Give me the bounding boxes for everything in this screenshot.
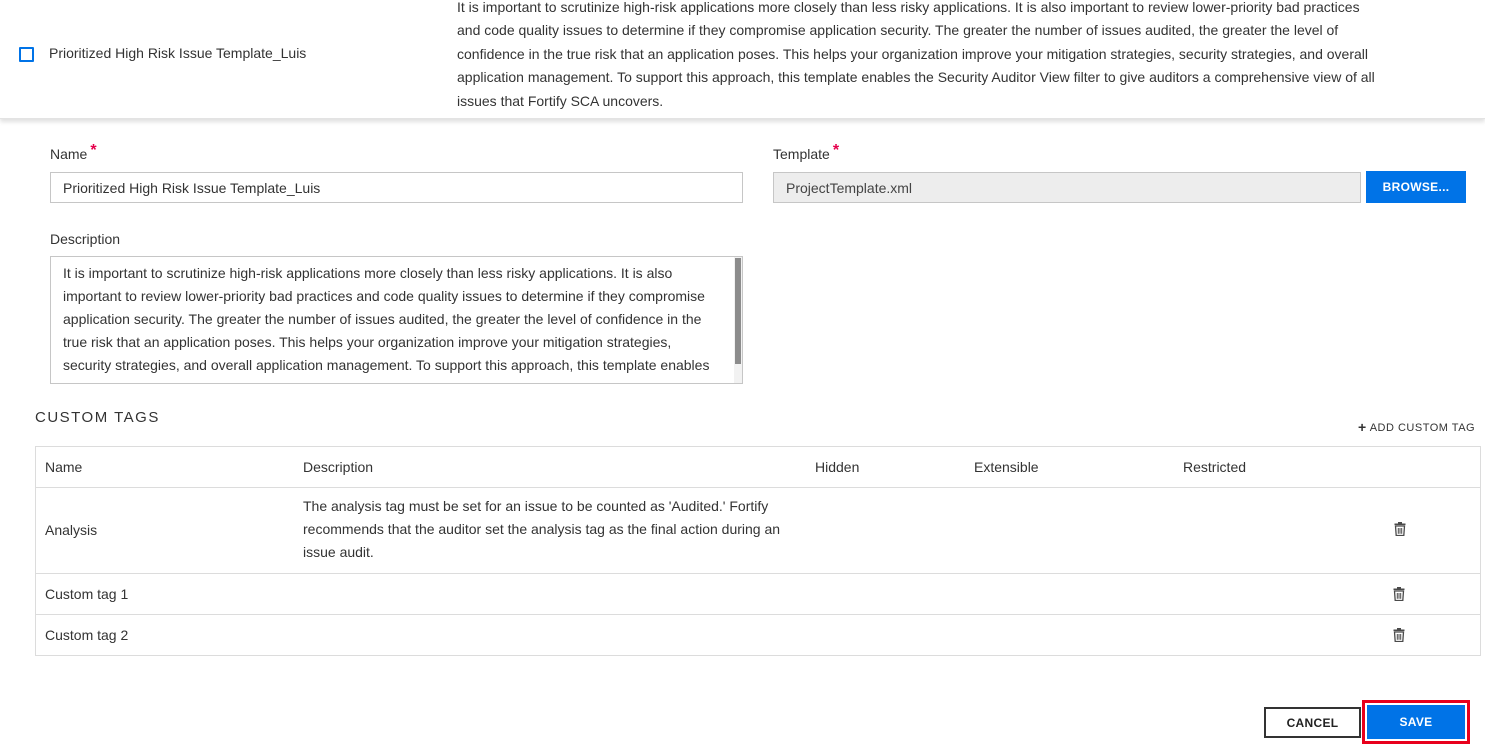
cancel-button[interactable]: CANCEL [1264, 707, 1361, 738]
description-scrollbar-thumb[interactable] [735, 258, 741, 364]
tag-name: Custom tag 2 [45, 627, 129, 643]
tag-description: The analysis tag must be set for an issu… [303, 498, 781, 560]
template-row-description: It is important to scrutinize high-risk … [457, 0, 1375, 109]
plus-icon: + [1358, 419, 1367, 435]
add-custom-tag-button[interactable]: + ADD CUSTOM TAG [1358, 418, 1476, 435]
name-field-label: Name * [50, 142, 97, 164]
add-custom-tag-label: ADD CUSTOM TAG [1369, 422, 1476, 434]
browse-button[interactable]: BROWSE... [1366, 171, 1466, 203]
column-header-restricted: Restricted [1183, 459, 1247, 475]
name-required-marker: * [90, 142, 97, 159]
template-label-text: Template [773, 146, 830, 162]
column-header-extensible: Extensible [974, 459, 1039, 475]
description-field-label: Description [50, 231, 121, 247]
table-row[interactable]: Custom tag 2 [36, 615, 1480, 655]
description-textarea-value: It is important to scrutinize high-risk … [63, 265, 710, 383]
trash-icon[interactable] [1394, 522, 1406, 536]
table-row[interactable]: Custom tag 1 [36, 574, 1480, 615]
description-scrollbar-track[interactable] [734, 257, 742, 383]
name-label-text: Name [50, 146, 88, 162]
custom-tags-table: Name Description Hidden Extensible Restr… [35, 446, 1481, 656]
template-field-label: Template * [773, 142, 839, 164]
template-list-row[interactable]: Prioritized High Risk Issue Template_Lui… [0, 0, 1485, 119]
tag-name: Custom tag 1 [45, 586, 129, 602]
template-row-checkbox[interactable] [19, 47, 34, 62]
trash-icon[interactable] [1393, 587, 1405, 601]
save-button[interactable]: SAVE [1367, 705, 1465, 739]
column-header-hidden: Hidden [815, 459, 860, 475]
column-header-description: Description [303, 459, 374, 475]
column-header-name: Name [45, 459, 83, 475]
table-header-row: Name Description Hidden Extensible Restr… [36, 447, 1480, 488]
template-row-name: Prioritized High Risk Issue Template_Lui… [49, 45, 307, 61]
custom-tags-heading: CUSTOM TAGS [35, 409, 160, 426]
description-textarea[interactable]: It is important to scrutinize high-risk … [50, 256, 743, 384]
name-input[interactable] [50, 172, 743, 203]
tag-name: Analysis [45, 522, 98, 538]
trash-icon[interactable] [1393, 628, 1405, 642]
table-row[interactable]: Analysis The analysis tag must be set fo… [36, 488, 1480, 574]
template-required-marker: * [832, 142, 840, 159]
template-file-input [773, 172, 1361, 203]
